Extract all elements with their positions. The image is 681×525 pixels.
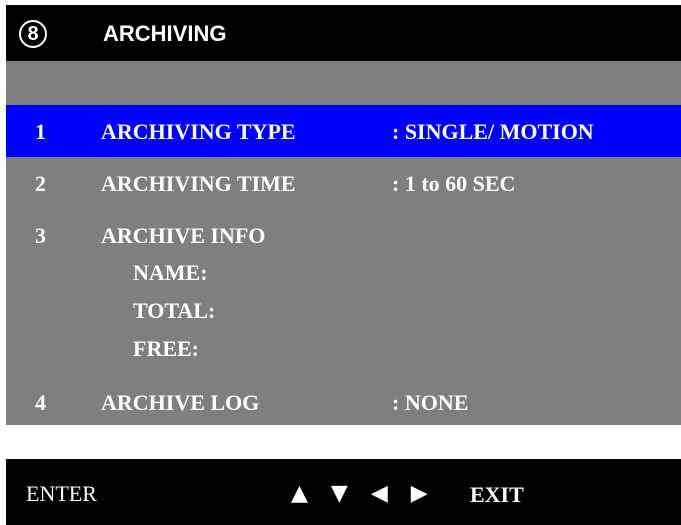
archive-free-label: FREE: <box>133 336 199 361</box>
menu-title: ARCHIVING <box>103 21 227 46</box>
archive-total-label: TOTAL: <box>133 298 216 323</box>
item-2-number: 2 <box>35 171 46 196</box>
item-4-number: 4 <box>35 390 46 415</box>
archiving-time-value[interactable]: : 1 to 60 SEC <box>392 171 515 197</box>
navigation-arrows-icon[interactable]: ▲ ▼ ◀ ▶ <box>291 481 436 507</box>
menu-item-archive-info[interactable]: ARCHIVE INFO <box>101 223 265 249</box>
archive-name-label: NAME: <box>133 260 208 285</box>
title-bar: 8 ARCHIVING <box>6 5 681 61</box>
item-1-number: 1 <box>35 119 46 144</box>
osd-menu-panel: 8 ARCHIVING 1 ARCHIVING TYPE : SINGLE/ M… <box>6 5 681 425</box>
archive-log-value[interactable]: : NONE <box>392 390 468 416</box>
item-3-number: 3 <box>35 223 46 248</box>
enter-label[interactable]: ENTER <box>26 481 97 507</box>
menu-item-archiving-time[interactable]: ARCHIVING TIME <box>101 171 296 197</box>
menu-item-archiving-type[interactable]: ARCHIVING TYPE <box>101 119 296 145</box>
menu-number-badge: 8 <box>19 20 47 48</box>
menu-item-archive-log[interactable]: ARCHIVE LOG <box>101 390 259 416</box>
footer-bar: ENTER ▲ ▼ ◀ ▶ EXIT <box>6 459 681 525</box>
archiving-type-value[interactable]: : SINGLE/ MOTION <box>392 119 594 145</box>
exit-label[interactable]: EXIT <box>470 482 524 508</box>
